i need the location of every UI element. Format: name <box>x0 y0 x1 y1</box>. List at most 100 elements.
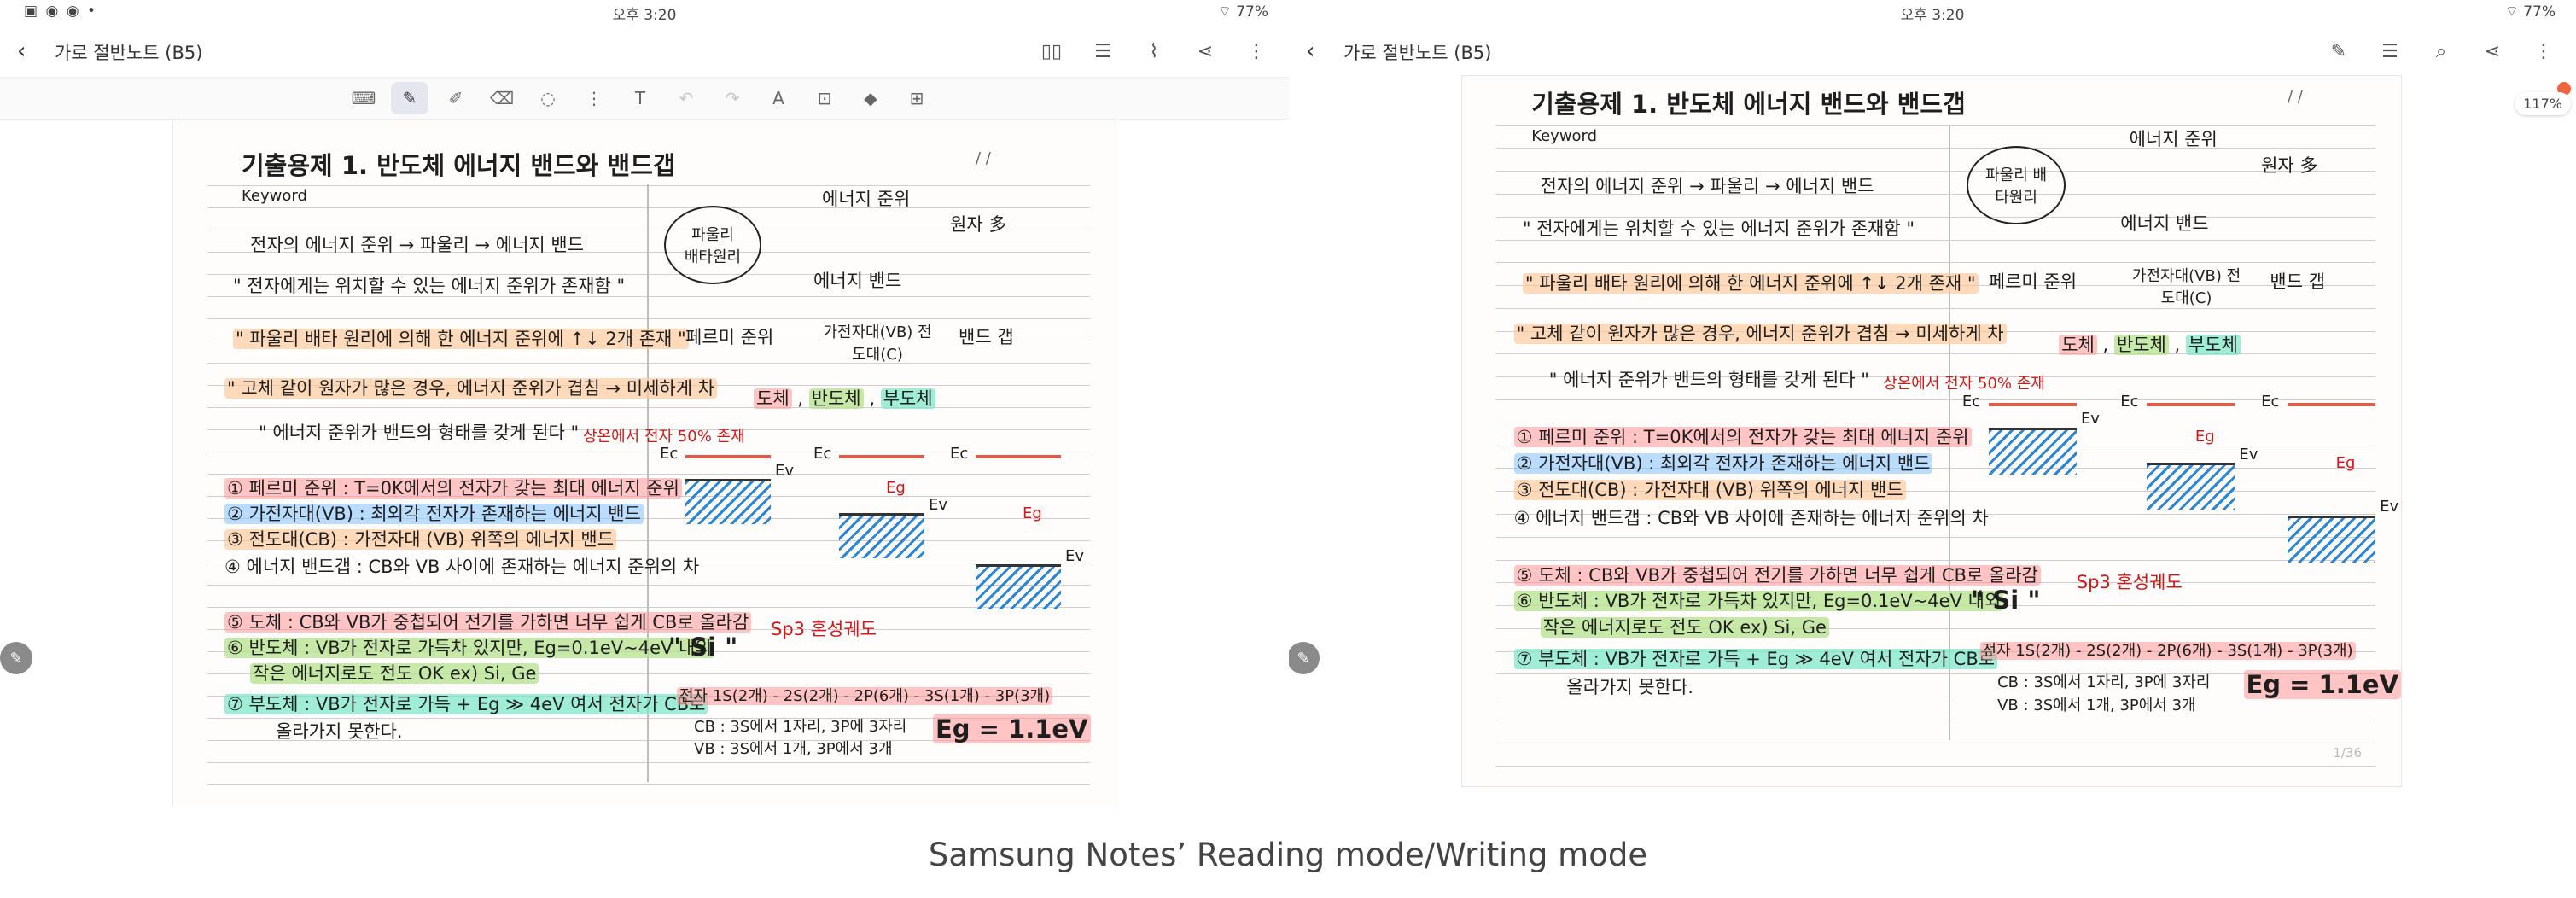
valence-band <box>839 513 924 558</box>
band-label: Ec <box>660 445 679 463</box>
drawing-toolbar: ⌨ ✎ ✐ ⌫ ◌ ⋮ T ↶ ↷ A ⊡ ◆ ⊞ <box>0 77 1289 120</box>
definition-line: ⑦ 부도체 : VB가 전자로 가득 + Eg ≫ 4eV 여서 전자가 CB로 <box>224 691 708 716</box>
share-icon[interactable]: ⋖ <box>1186 36 1224 67</box>
more-icon[interactable]: ⋮ <box>1238 36 1275 67</box>
bandgap-value: Eg = 1.1eV <box>933 714 1091 743</box>
keyword-label: Keyword <box>1531 126 1598 145</box>
side-panel-handle[interactable]: ✎ <box>1289 642 1320 674</box>
electron-config: 전자 1S(2개) - 2S(2개) - 2P(6개) - 3S(1개) - 3… <box>1979 639 2356 661</box>
definition-line: ④ 에너지 밴드갭 : CB와 VB 사이에 존재하는 에너지 준위의 차 <box>224 557 700 577</box>
diagram-label: 페르미 준위 <box>1988 271 2078 292</box>
conduction-band <box>2288 403 2375 407</box>
diagram-label: 원자 多 <box>950 214 1007 235</box>
note-heading: 기출용제 1. 반도체 에너지 밴드와 밴드갭 <box>1531 90 1966 120</box>
config-note: CB : 3S에서 1자리, 3P에 3자리 <box>694 718 907 736</box>
app-bar: ‹ 가로 절반노트 (B5) ✎ ☰ ⌕ ⋖ ⋮ <box>1289 29 2576 73</box>
ruled-line <box>207 762 1090 763</box>
highlighter-icon[interactable]: ✐ <box>437 82 475 114</box>
definition-line: 작은 에너지로도 전도 OK ex) Si, Ge <box>250 660 539 685</box>
ruled-line <box>1496 262 2375 264</box>
diagram-label: 원자 多 <box>2261 155 2318 176</box>
ruled-line <box>207 185 1090 186</box>
list-icon[interactable]: ☰ <box>2371 36 2409 67</box>
si-label: " Si " <box>668 633 738 662</box>
valence-band <box>2147 463 2235 510</box>
ruled-line <box>1496 353 2375 355</box>
band-label: Eg <box>886 479 906 497</box>
note-line: " 고체 같이 원자가 많은 경우, 에너지 준위가 겹침 → 미세하게 차 <box>1513 320 2007 346</box>
note-line: " 고체 같이 원자가 많은 경우, 에너지 준위가 겹침 → 미세하게 차 <box>224 375 718 400</box>
material-list: 도체 , 반도체 , 부도체 <box>2059 331 2241 357</box>
band-label: Eg <box>1023 504 1042 522</box>
app-actions: ✎ ☰ ⌕ ⋖ ⋮ <box>2320 36 2562 67</box>
band-label: Ec <box>2261 392 2280 411</box>
redo-icon[interactable]: ↷ <box>714 82 751 114</box>
clip-icon[interactable]: ⌇ <box>1135 36 1173 67</box>
definition-line: ② 가전자대(VB) : 최외각 전자가 존재하는 에너지 밴드 <box>224 500 644 526</box>
band-label: Ec <box>950 445 969 463</box>
valence-band <box>2288 516 2375 563</box>
ruled-line <box>207 207 1090 208</box>
text-icon[interactable]: T <box>621 82 659 114</box>
back-button[interactable]: ‹ <box>1306 38 1333 65</box>
ruled-line <box>207 784 1090 785</box>
band-label: Eg <box>2335 453 2356 472</box>
band-label: Ec <box>813 445 832 463</box>
fill-icon[interactable]: ◆ <box>852 82 889 114</box>
red-annotation: 상온에서 전자 50% 존재 <box>583 428 745 446</box>
note-line: " 전자에게는 위치할 수 있는 에너지 준위가 존재함 " <box>1522 218 1915 239</box>
more-icon[interactable]: ⋮ <box>2525 36 2562 67</box>
note-page[interactable]: 1/36 기출용제 1. 반도체 에너지 밴드와 밴드갭 / / Keyword 전자… <box>1461 75 2402 787</box>
definition-line: 올라가지 못한다. <box>276 721 403 742</box>
undo-icon[interactable]: ↶ <box>667 82 705 114</box>
pauli-circle: 파울리 배타원리 <box>664 206 761 284</box>
share-icon[interactable]: ⋖ <box>2474 36 2511 67</box>
config-note: CB : 3S에서 1자리, 3P에 3자리 <box>1997 674 2211 692</box>
back-button[interactable]: ‹ <box>17 38 44 65</box>
more-tool-icon[interactable]: ⊞ <box>898 82 935 114</box>
definition-line: ⑤ 도체 : CB와 VB가 중첩되어 전기를 가하면 너무 쉽게 CB로 올라… <box>1513 562 2041 587</box>
keyboard-icon[interactable]: ⌨ <box>345 82 382 114</box>
definition-line: ⑤ 도체 : CB와 VB가 중첩되어 전기를 가하면 너무 쉽게 CB로 올라… <box>224 609 752 634</box>
band-label: Ev <box>2380 498 2399 516</box>
shape-icon[interactable]: ⋮ <box>575 82 613 114</box>
note-title: 가로 절반노트 (B5) <box>1343 43 1492 63</box>
book-icon[interactable]: ▯▯ <box>1033 36 1070 67</box>
search-icon[interactable]: ⌕ <box>2422 36 2460 67</box>
diagram-label: 페르미 준위 <box>685 327 774 347</box>
band-label: Ev <box>2239 445 2258 464</box>
definition-line: 올라가지 못한다. <box>1566 677 1693 698</box>
lasso-icon[interactable]: ◌ <box>529 82 567 114</box>
note-title: 가로 절반노트 (B5) <box>55 43 203 63</box>
si-label: " Si " <box>1971 586 2041 615</box>
page-number: 1/36 <box>2333 745 2362 761</box>
diagram-label: 에너지 준위 <box>822 189 911 209</box>
conduction-band <box>685 455 771 458</box>
conduction-band <box>1988 403 2077 407</box>
valence-band <box>685 479 771 524</box>
reading-mode-screen: 오후 3:20 ⌔ 77% ‹ 가로 절반노트 (B5) ✎ ☰ ⌕ ⋖ ⋮ 1/36 … <box>1289 0 2576 807</box>
ruled-line <box>207 318 1090 319</box>
note-page[interactable]: 기출용제 1. 반도체 에너지 밴드와 밴드갭 / / Keyword 전자의 에너지… <box>172 120 1116 807</box>
ocr-icon[interactable]: ⊡ <box>806 82 843 114</box>
note-line: " 전자에게는 위치할 수 있는 에너지 준위가 존재함 " <box>233 276 626 296</box>
material-list: 도체 , 반도체 , 부도체 <box>754 385 935 411</box>
pen-icon[interactable]: ✎ <box>391 82 428 114</box>
definition-line: ① 페르미 준위 : T=0K에서의 전자가 갖는 최대 에너지 준위 <box>1513 423 1972 449</box>
electron-config: 전자 1S(2개) - 2S(2개) - 2P(6개) - 3S(1개) - 3… <box>677 684 1053 706</box>
conduction-band <box>839 455 924 458</box>
band-label: Ev <box>775 462 795 480</box>
side-panel-handle[interactable]: ✎ <box>0 642 32 674</box>
eraser-icon[interactable]: ⌫ <box>483 82 521 114</box>
diagram-label: 가전자대(VB) 전도대(C) <box>823 324 932 364</box>
keyword-label: Keyword <box>242 187 307 205</box>
figure-caption: Samsung Notes’ Reading mode/Writing mode <box>928 837 1648 873</box>
battery-indicator: ⌔ 77% <box>2504 3 2556 20</box>
edit-icon[interactable]: ✎ <box>2320 36 2357 67</box>
list-icon[interactable]: ☰ <box>1084 36 1122 67</box>
app-actions: ▯▯ ☰ ⌇ ⋖ ⋮ <box>1033 36 1275 67</box>
diagram-label: 가전자대(VB) 전도대(C) <box>2131 267 2241 308</box>
spell-icon[interactable]: A <box>760 82 797 114</box>
valence-band <box>1988 428 2077 475</box>
diagram-label: 에너지 준위 <box>2129 128 2218 149</box>
